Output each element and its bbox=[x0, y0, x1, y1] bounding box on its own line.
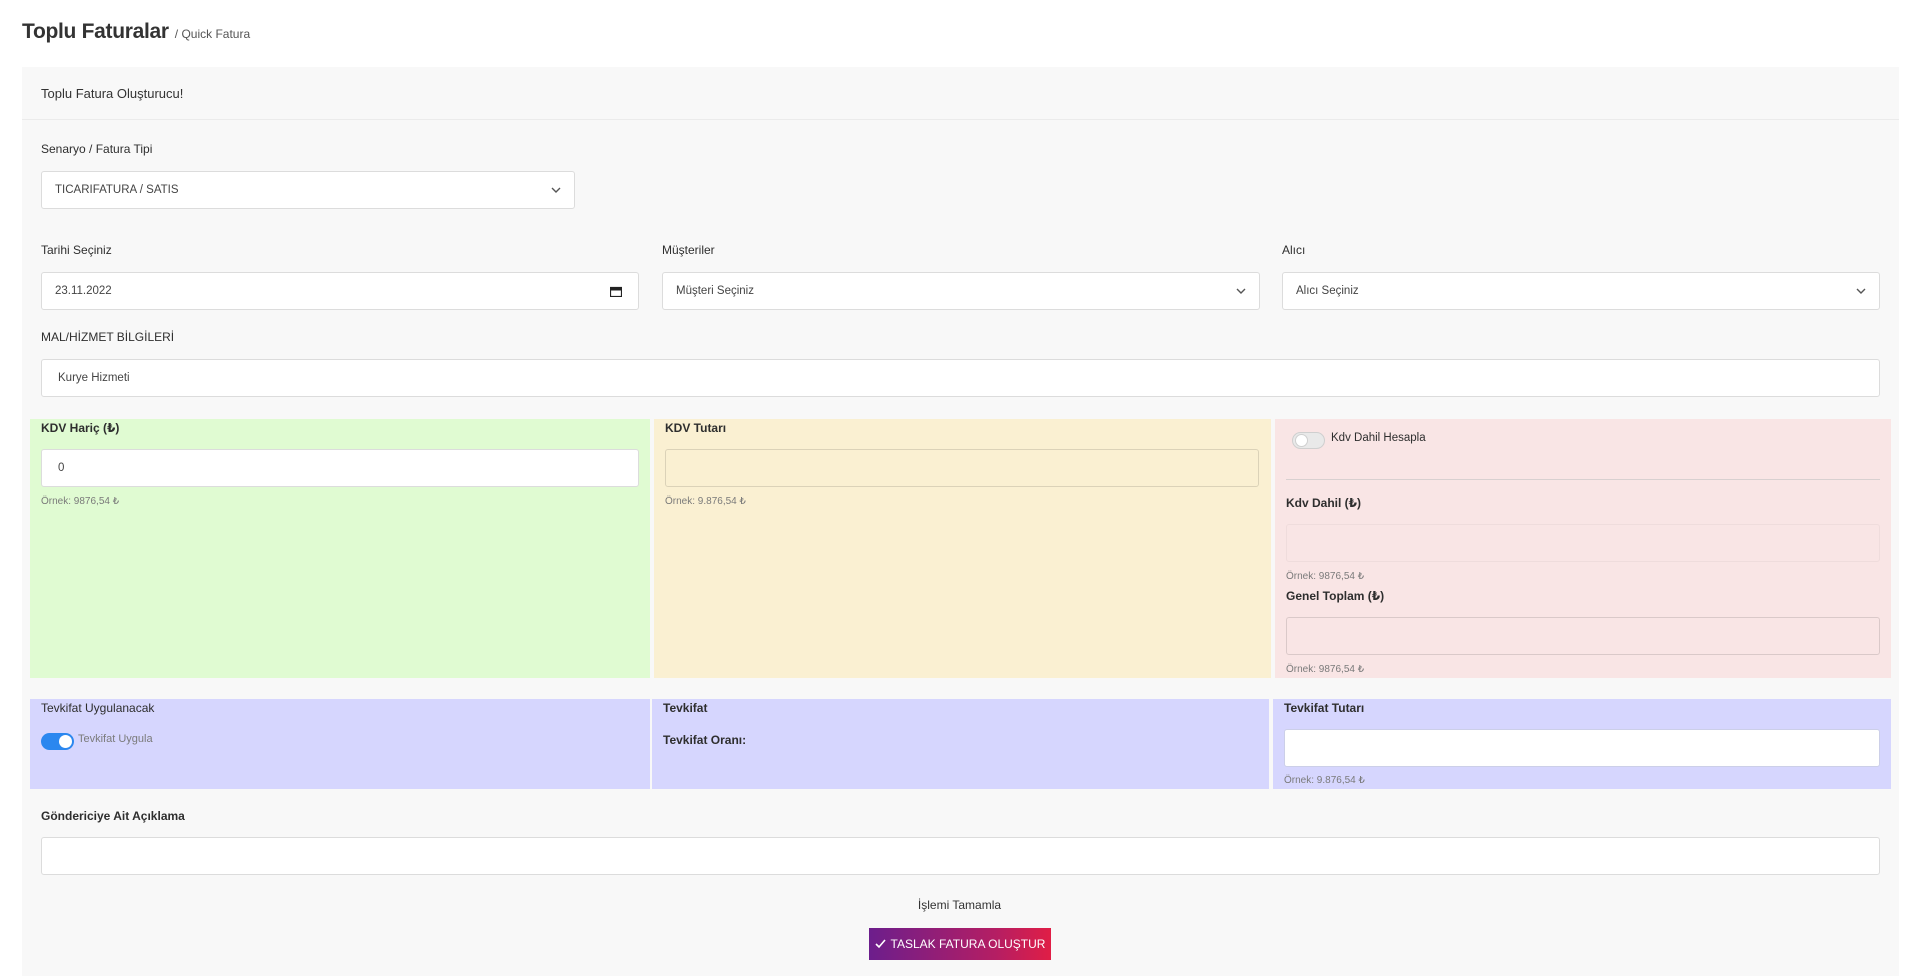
sender-note-label: Göndericiye Ait Açıklama bbox=[41, 809, 185, 823]
kdv-haric-hint: Örnek: 9876,54 ₺ bbox=[41, 496, 120, 507]
customers-value: Müşteri Seçiniz bbox=[676, 285, 754, 297]
tevkifat-toggle-label: Tevkifat Uygula bbox=[78, 733, 153, 745]
scenario-label: Senaryo / Fatura Tipi bbox=[41, 142, 153, 156]
kdv-haric-input[interactable]: 0 bbox=[41, 449, 639, 487]
kdv-tutari-input[interactable] bbox=[665, 449, 1259, 487]
tevkifat-label: Tevkifat bbox=[663, 701, 708, 715]
page-header: Toplu Faturalar / Quick Fatura bbox=[22, 20, 250, 44]
goods-input[interactable]: Kurye Hizmeti bbox=[41, 359, 1880, 397]
kdv-tutari-hint: Örnek: 9.876,54 ₺ bbox=[665, 496, 746, 507]
genel-toplam-input[interactable] bbox=[1286, 617, 1880, 655]
goods-value: Kurye Hizmeti bbox=[58, 372, 130, 384]
toggle-knob bbox=[1295, 434, 1308, 447]
page: Toplu Faturalar / Quick Fatura Toplu Fat… bbox=[0, 0, 1919, 976]
calendar-icon[interactable] bbox=[610, 286, 622, 297]
recipient-value: Alıcı Seçiniz bbox=[1296, 285, 1359, 297]
genel-toplam-hint: Örnek: 9876,54 ₺ bbox=[1286, 664, 1365, 675]
tevkifat-apply-label: Tevkifat Uygulanacak bbox=[41, 701, 155, 715]
check-icon bbox=[874, 939, 886, 949]
date-label: Tarihi Seçiniz bbox=[41, 243, 112, 257]
complete-label: İşlemi Tamamla bbox=[917, 898, 1002, 912]
recipient-select[interactable]: Alıcı Seçiniz bbox=[1282, 272, 1880, 310]
genel-toplam-label: Genel Toplam (₺) bbox=[1286, 589, 1385, 603]
date-input[interactable]: 23.11.2022 bbox=[41, 272, 639, 310]
date-value: 23.11.2022 bbox=[55, 285, 112, 297]
card-title: Toplu Fatura Oluşturucu! bbox=[22, 67, 1899, 120]
kdv-dahil-hint: Örnek: 9876,54 ₺ bbox=[1286, 571, 1365, 582]
tevkifat-rate-label: Tevkifat Oranı: bbox=[663, 733, 747, 747]
kdv-tutari-label: KDV Tutarı bbox=[665, 421, 727, 435]
kdv-dahil-label: Kdv Dahil (₺) bbox=[1286, 496, 1362, 510]
tevkifat-toggle[interactable] bbox=[41, 733, 74, 750]
tevkifat-tutari-hint: Örnek: 9.876,54 ₺ bbox=[1284, 775, 1365, 786]
customers-select[interactable]: Müşteri Seçiniz bbox=[662, 272, 1260, 310]
tevkifat-tutari-label: Tevkifat Tutarı bbox=[1284, 701, 1365, 715]
tevkifat-tutari-input[interactable] bbox=[1284, 729, 1880, 767]
page-title: Toplu Faturalar bbox=[22, 20, 169, 43]
kdv-dahil-toggle[interactable] bbox=[1292, 432, 1325, 449]
scenario-value: TICARIFATURA / SATIS bbox=[55, 184, 179, 196]
create-draft-invoice-button[interactable]: TASLAK FATURA OLUŞTUR bbox=[869, 928, 1051, 960]
scenario-select[interactable]: TICARIFATURA / SATIS bbox=[41, 171, 575, 209]
customers-label: Müşteriler bbox=[662, 243, 715, 257]
goods-label: MAL/HİZMET BİLGİLERİ bbox=[41, 330, 175, 344]
kdv-dahil-input[interactable] bbox=[1286, 524, 1880, 562]
chevron-down-icon bbox=[551, 187, 561, 193]
page-subtitle: / Quick Fatura bbox=[174, 27, 251, 41]
recipient-label: Alıcı bbox=[1282, 243, 1306, 257]
kdv-dahil-toggle-label: Kdv Dahil Hesapla bbox=[1331, 432, 1426, 444]
kdv-haric-label: KDV Hariç (₺) bbox=[41, 421, 120, 435]
create-draft-invoice-label: TASLAK FATURA OLUŞTUR bbox=[890, 937, 1046, 951]
kdv-haric-value: 0 bbox=[58, 462, 65, 474]
divider bbox=[1286, 479, 1880, 480]
sender-note-input[interactable] bbox=[41, 837, 1880, 875]
chevron-down-icon bbox=[1236, 288, 1246, 294]
chevron-down-icon bbox=[1856, 288, 1866, 294]
toggle-knob bbox=[59, 735, 72, 748]
